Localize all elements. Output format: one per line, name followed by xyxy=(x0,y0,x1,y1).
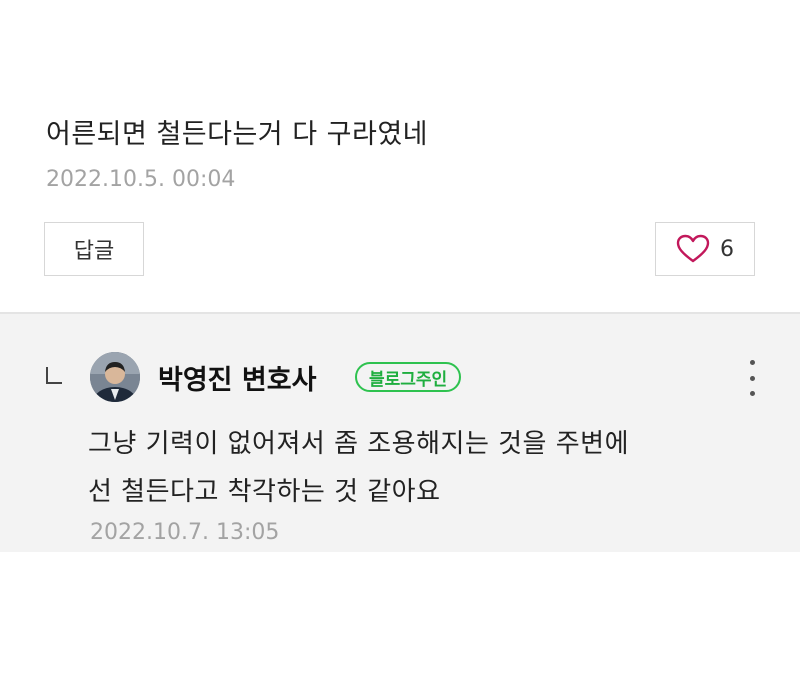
heart-outline-icon xyxy=(676,234,710,264)
reply-date: 2022.10.7. 13:05 xyxy=(90,520,280,545)
blog-owner-badge: 블로그주인 xyxy=(355,362,462,392)
reply-comment: 박영진 변호사 블로그주인 그냥 기력이 없어져서 좀 조용해지는 것을 주변에… xyxy=(0,314,800,552)
avatar[interactable] xyxy=(90,352,140,402)
author-name[interactable]: 박영진 변호사 xyxy=(158,358,316,397)
comment-date: 2022.10.5. 00:04 xyxy=(46,167,236,192)
like-count: 6 xyxy=(720,236,734,262)
comment: 어른되면 철든다는거 다 구라였네 2022.10.5. 00:04 답글 6 xyxy=(0,0,800,312)
comment-text: 어른되면 철든다는거 다 구라였네 xyxy=(46,119,429,150)
reply-arrow-icon xyxy=(44,366,64,386)
reply-text-line: 선 철든다고 착각하는 것 같아요 xyxy=(88,477,441,507)
reply-text-line: 그냥 기력이 없어져서 좀 조용해지는 것을 주변에 xyxy=(88,429,629,459)
more-vertical-icon[interactable] xyxy=(740,360,764,396)
reply-button[interactable]: 답글 xyxy=(44,222,144,276)
reply-text: 그냥 기력이 없어져서 좀 조용해지는 것을 주변에 선 철든다고 착각하는 것… xyxy=(88,420,768,516)
like-button[interactable]: 6 xyxy=(655,222,755,276)
